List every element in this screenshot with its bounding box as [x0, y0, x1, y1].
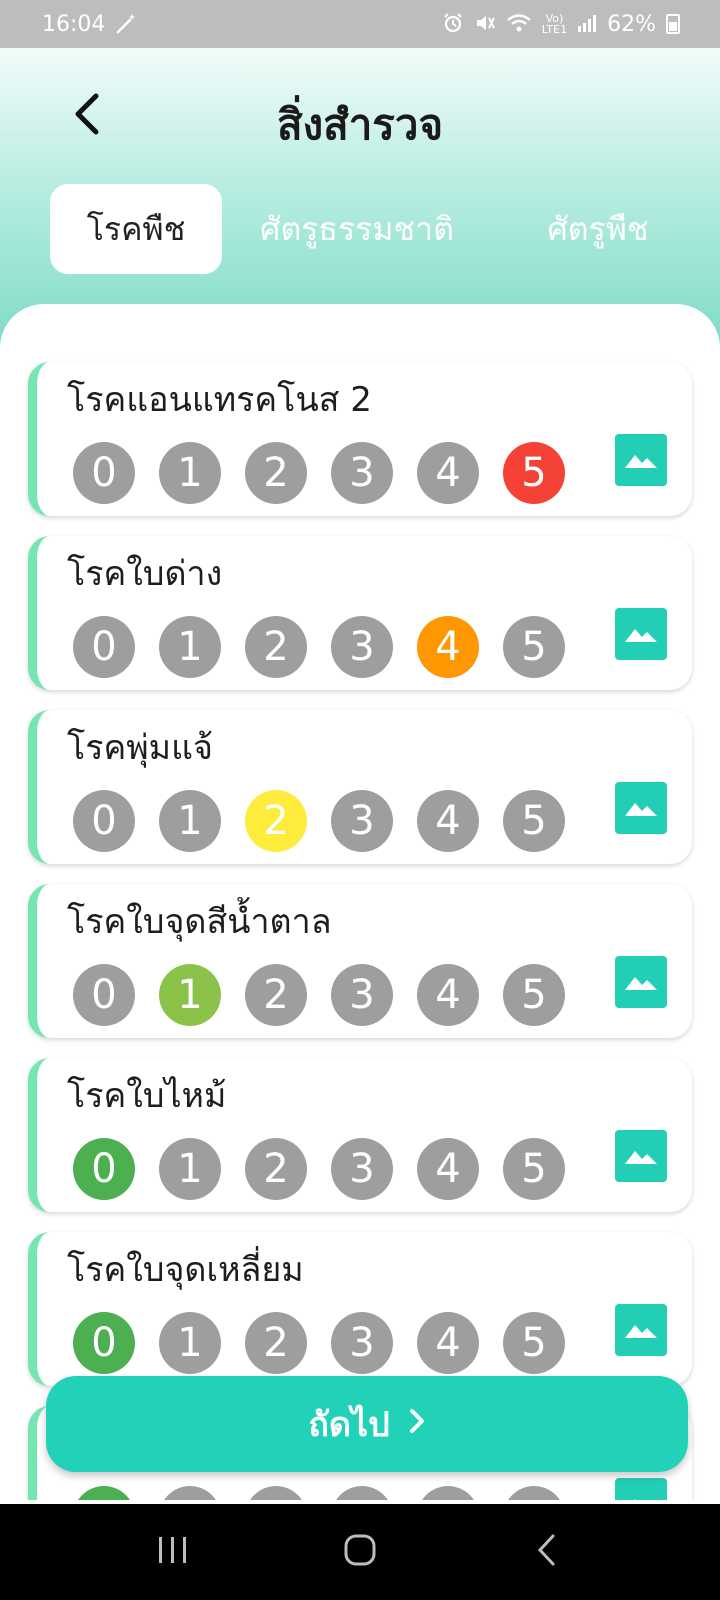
status-left: 16:04: [42, 11, 139, 38]
image-icon: [624, 1143, 658, 1169]
score-option[interactable]: 3: [331, 1312, 393, 1374]
score-option[interactable]: 2: [245, 1138, 307, 1200]
score-option[interactable]: 5: [503, 1312, 565, 1374]
score-option[interactable]: 2: [245, 616, 307, 678]
score-option[interactable]: 0: [73, 964, 135, 1026]
survey-item-name: โรคแอนแทรคโนส 2: [67, 380, 372, 420]
image-button[interactable]: [615, 608, 667, 660]
next-label: ถัดไป: [308, 1405, 390, 1445]
score-option[interactable]: 3: [331, 442, 393, 504]
score-option[interactable]: 1: [159, 1486, 221, 1500]
score-option[interactable]: 5: [503, 442, 565, 504]
content-sheet: โรคแอนแทรคโนส 2 0 1 2 3 4 5 โรคใบด่าง 0 1 2 3 4 5 โรคพ…: [0, 304, 720, 1500]
image-button[interactable]: [615, 434, 667, 486]
survey-card: โรคใบไหม้ 0 1 2 3 4 5: [28, 1058, 692, 1212]
survey-item-name: โรคพุ่มแจ้: [67, 728, 213, 768]
home-button[interactable]: [320, 1522, 400, 1582]
status-right: Vo) LTE1 62%: [442, 12, 680, 37]
next-button[interactable]: ถัดไป: [46, 1376, 688, 1472]
survey-item-name: โรคใบจุดเหลี่ยม: [67, 1250, 304, 1290]
survey-card: โรคใบด่าง 0 1 2 3 4 5: [28, 536, 692, 690]
survey-item-name: โรคใบจุดสีน้ำตาล: [67, 902, 332, 942]
score-option[interactable]: 4: [417, 442, 479, 504]
score-option[interactable]: 4: [417, 616, 479, 678]
score-option[interactable]: 3: [331, 1138, 393, 1200]
back-icon: [535, 1533, 559, 1571]
score-option[interactable]: 0: [73, 1312, 135, 1374]
battery-icon: [666, 14, 680, 34]
status-bar: 16:04 Vo) LTE1 62%: [0, 0, 720, 48]
score-option[interactable]: 2: [245, 1486, 307, 1500]
score-option[interactable]: 5: [503, 616, 565, 678]
image-button[interactable]: [615, 782, 667, 834]
image-icon: [624, 1491, 658, 1500]
score-option[interactable]: 0: [73, 442, 135, 504]
score-option[interactable]: 1: [159, 442, 221, 504]
score-option[interactable]: 5: [503, 790, 565, 852]
mute-icon: [474, 12, 496, 37]
signal-icon: [577, 13, 597, 36]
score-option[interactable]: 2: [245, 790, 307, 852]
score-option[interactable]: 1: [159, 1312, 221, 1374]
chevron-right-icon: [408, 1404, 426, 1444]
image-icon: [624, 795, 658, 821]
volte-icon: Vo) LTE1: [541, 12, 568, 36]
survey-item-name: โรคใบไหม้: [67, 1076, 227, 1116]
tab-bar: โรคพืช ศัตรูธรรมชาติ ศัตรูพืช: [50, 184, 690, 274]
image-icon: [624, 1317, 658, 1343]
score-option[interactable]: 1: [159, 616, 221, 678]
score-option[interactable]: 5: [503, 1138, 565, 1200]
image-button[interactable]: [615, 956, 667, 1008]
score-option[interactable]: 5: [503, 1486, 565, 1500]
score-option[interactable]: 2: [245, 964, 307, 1026]
score-option[interactable]: 4: [417, 1312, 479, 1374]
tab-plant-disease[interactable]: โรคพืช: [50, 184, 222, 274]
score-option[interactable]: 2: [245, 1312, 307, 1374]
score-option[interactable]: 3: [331, 616, 393, 678]
survey-card: โรคใบจุดสีน้ำตาล 0 1 2 3 4 5: [28, 884, 692, 1038]
score-option[interactable]: 4: [417, 1138, 479, 1200]
score-option[interactable]: 0: [73, 1486, 135, 1500]
score-option[interactable]: 2: [245, 442, 307, 504]
wifi-icon: [506, 12, 532, 37]
image-button[interactable]: [615, 1304, 667, 1356]
tab-plant-pests[interactable]: ศัตรูพืช: [506, 184, 690, 274]
score-option[interactable]: 0: [73, 1138, 135, 1200]
survey-card: โรคพุ่มแจ้ 0 1 2 3 4 5: [28, 710, 692, 864]
score-option[interactable]: 1: [159, 964, 221, 1026]
system-nav-bar: [0, 1504, 720, 1600]
survey-card: โรคใบจุดเหลี่ยม 0 1 2 3 4 5: [28, 1232, 692, 1386]
score-option[interactable]: 3: [331, 964, 393, 1026]
image-button[interactable]: [615, 1130, 667, 1182]
image-icon: [624, 621, 658, 647]
score-option[interactable]: 1: [159, 1138, 221, 1200]
recent-apps-button[interactable]: [133, 1522, 213, 1582]
status-time: 16:04: [42, 11, 106, 37]
alarm-icon: [442, 12, 464, 37]
score-option[interactable]: 1: [159, 790, 221, 852]
survey-card: โรคแอนแทรคโนส 2 012345: [28, 362, 692, 516]
score-option[interactable]: 0: [73, 790, 135, 852]
score-option[interactable]: 0: [73, 616, 135, 678]
battery-percent: 62%: [607, 11, 656, 37]
page-title: สิ่งสำรวจ: [276, 100, 444, 149]
image-icon: [624, 969, 658, 995]
magic-wand-icon: [115, 11, 139, 38]
score-option[interactable]: 3: [331, 1486, 393, 1500]
home-icon: [343, 1533, 377, 1571]
recent-apps-icon: [156, 1535, 190, 1569]
score-option[interactable]: 5: [503, 964, 565, 1026]
score-option[interactable]: 4: [417, 1486, 479, 1500]
image-icon: [624, 447, 658, 473]
score-option[interactable]: 4: [417, 964, 479, 1026]
image-button[interactable]: [615, 1478, 667, 1500]
score-option[interactable]: 3: [331, 790, 393, 852]
system-back-button[interactable]: [507, 1522, 587, 1582]
tab-natural-enemies[interactable]: ศัตรูธรรมชาติ: [242, 184, 472, 274]
survey-item-name: โรคใบด่าง: [67, 554, 223, 594]
score-option[interactable]: 4: [417, 790, 479, 852]
